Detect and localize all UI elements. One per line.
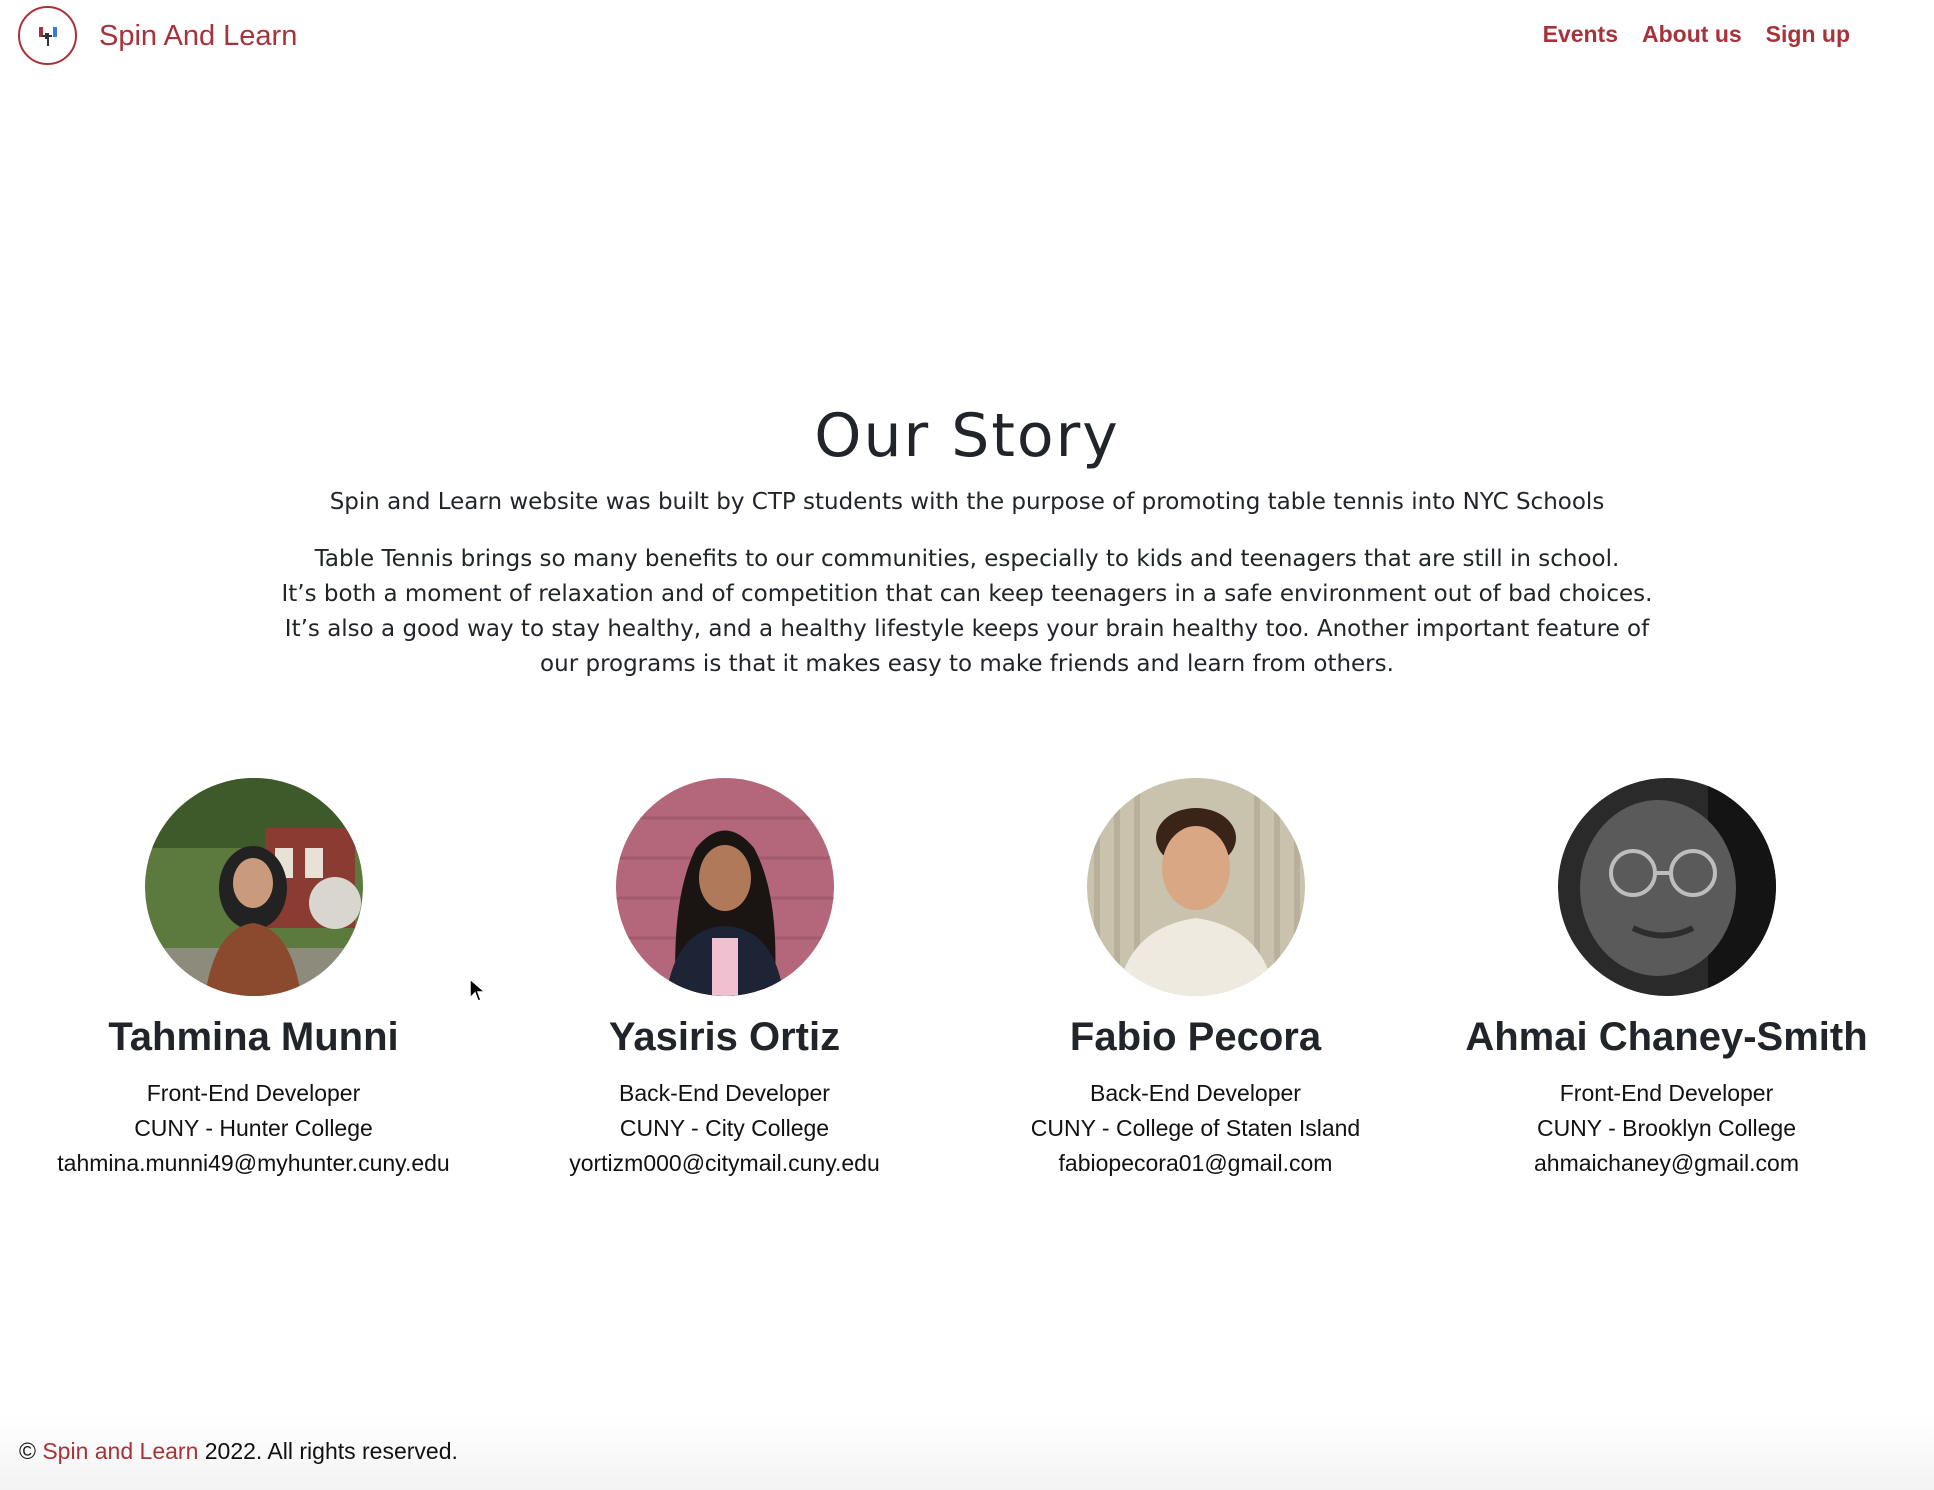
story-body-line: It’s both a moment of relaxation and of … <box>281 581 1653 607</box>
member-role: Back-End Developer <box>1090 1080 1301 1106</box>
story-body-line: It’s also a good way to stay healthy, an… <box>284 616 1650 642</box>
story-body: Table Tennis brings so many benefits to … <box>247 542 1687 682</box>
member-role: Front-End Developer <box>1559 1080 1774 1106</box>
story-body-line: our programs is that it makes easy to ma… <box>540 651 1394 677</box>
member-email: yortizm000@citymail.cuny.edu <box>569 1150 880 1176</box>
team-member-card: Tahmina Munni Front-End Developer CUNY -… <box>18 778 489 1181</box>
member-school: CUNY - Brooklyn College <box>1536 1115 1797 1141</box>
footer: © Spin and Learn 2022. All rights reserv… <box>0 1416 1934 1490</box>
member-email: tahmina.munni49@myhunter.cuny.edu <box>57 1150 450 1176</box>
member-photo <box>144 778 363 996</box>
nav-link-sign-up[interactable]: Sign up <box>1766 21 1850 48</box>
team-member-card: Yasiris Ortiz Back-End Developer CUNY - … <box>489 778 960 1181</box>
member-email: fabiopecora01@gmail.com <box>1058 1150 1333 1176</box>
member-photo <box>615 778 834 996</box>
our-story-section: Our Story Spin and Learn website was bui… <box>0 398 1934 682</box>
logo-icon[interactable] <box>18 6 77 65</box>
nav-link-about-us[interactable]: About us <box>1642 21 1742 48</box>
nav-link-events[interactable]: Events <box>1543 21 1618 48</box>
member-role: Back-End Developer <box>619 1080 830 1106</box>
navbar: Spin And Learn Events About us Sign up <box>0 0 1934 74</box>
member-name: Tahmina Munni <box>108 1015 399 1059</box>
copyright-symbol: © <box>19 1438 36 1464</box>
member-photo <box>1086 778 1305 996</box>
brand-link[interactable]: Spin And Learn <box>99 20 297 53</box>
member-school: CUNY - Hunter College <box>134 1115 373 1141</box>
member-name: Yasiris Ortiz <box>608 1015 841 1059</box>
team-member-card: Fabio Pecora Back-End Developer CUNY - C… <box>960 778 1431 1181</box>
footer-copyright: © Spin and Learn 2022. All rights reserv… <box>19 1438 458 1465</box>
story-title: Our Story <box>814 401 1120 471</box>
mouse-cursor-icon <box>469 977 488 1009</box>
member-school: CUNY - College of Staten Island <box>1030 1115 1361 1141</box>
member-email: ahmaichaney@gmail.com <box>1534 1150 1799 1176</box>
story-body-line: Table Tennis brings so many benefits to … <box>314 546 1620 572</box>
story-intro: Spin and Learn website was built by CTP … <box>329 489 1605 515</box>
team-member-card: Ahmai Chaney-Smith Front-End Developer C… <box>1431 778 1902 1181</box>
member-school: CUNY - City College <box>619 1115 830 1141</box>
footer-brand-link[interactable]: Spin and Learn <box>42 1438 198 1464</box>
member-name: Fabio Pecora <box>1069 1015 1322 1059</box>
nav-links: Events About us Sign up <box>1543 21 1850 48</box>
footer-suffix: 2022. All rights reserved. <box>204 1438 458 1464</box>
member-role: Front-End Developer <box>146 1080 361 1106</box>
member-name: Ahmai Chaney-Smith <box>1465 1015 1868 1059</box>
member-photo <box>1557 778 1776 996</box>
